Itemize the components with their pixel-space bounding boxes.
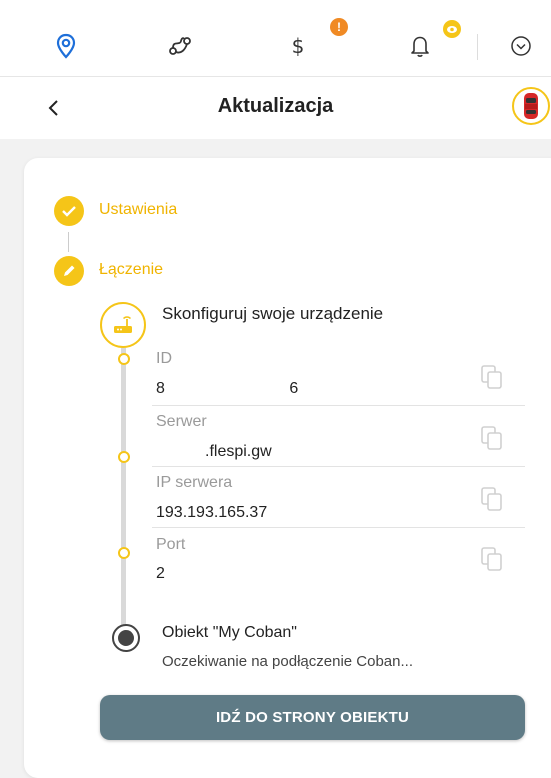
configure-device-title: Skonfiguruj swoje urządzenie bbox=[162, 304, 384, 323]
router-icon bbox=[100, 302, 146, 348]
field-label-port: Port bbox=[156, 536, 186, 553]
object-status-radio-icon bbox=[112, 624, 140, 652]
field-value-server-ip: 193.193.165.37 bbox=[156, 504, 268, 521]
field-divider bbox=[152, 527, 525, 528]
field-value-server: .flespi.gw bbox=[205, 443, 272, 460]
nav-separator bbox=[477, 34, 478, 60]
field-value-port: 2 bbox=[156, 565, 165, 582]
timeline-dot bbox=[118, 547, 130, 559]
car-avatar-icon[interactable] bbox=[512, 87, 550, 125]
timeline-dot bbox=[118, 451, 130, 463]
step-label-settings: Ustawienia bbox=[99, 201, 178, 218]
route-icon[interactable] bbox=[164, 30, 196, 62]
copy-icon[interactable] bbox=[480, 486, 504, 512]
location-pin-icon[interactable] bbox=[50, 30, 82, 62]
copy-icon[interactable] bbox=[480, 425, 504, 451]
field-divider bbox=[152, 405, 525, 406]
timeline-line bbox=[121, 348, 126, 626]
step-connector bbox=[68, 232, 69, 252]
update-card bbox=[24, 158, 551, 778]
go-to-object-button[interactable]: IDŹ DO STRONY OBIEKTU bbox=[100, 695, 525, 740]
dollar-icon[interactable]: $ bbox=[282, 30, 314, 62]
field-label-server-ip: IP serwera bbox=[156, 474, 233, 491]
field-label-id: ID bbox=[156, 350, 172, 367]
page-title: Aktualizacja bbox=[217, 95, 334, 117]
bell-icon[interactable] bbox=[404, 30, 436, 62]
object-status-text: Oczekiwanie na podłączenie Coban... bbox=[162, 653, 413, 670]
object-title: Obiekt "My Coban" bbox=[162, 624, 297, 641]
chevron-circle-icon[interactable] bbox=[505, 30, 537, 62]
timeline-dot bbox=[118, 353, 130, 365]
step-edit-pencil-icon bbox=[54, 256, 84, 286]
finance-alert-badge: ! bbox=[330, 18, 348, 36]
field-label-server: Serwer bbox=[156, 413, 207, 430]
notification-eye-badge bbox=[443, 20, 461, 38]
top-navigation-bar: $ ! bbox=[0, 0, 551, 77]
step-label-connecting: Łączenie bbox=[99, 261, 164, 278]
copy-icon[interactable] bbox=[480, 546, 504, 572]
page-header: Aktualizacja bbox=[0, 77, 551, 139]
field-divider bbox=[152, 466, 525, 467]
field-value-id: 8 6 bbox=[156, 380, 299, 397]
step-done-check-icon bbox=[54, 196, 84, 226]
copy-icon[interactable] bbox=[480, 364, 504, 390]
